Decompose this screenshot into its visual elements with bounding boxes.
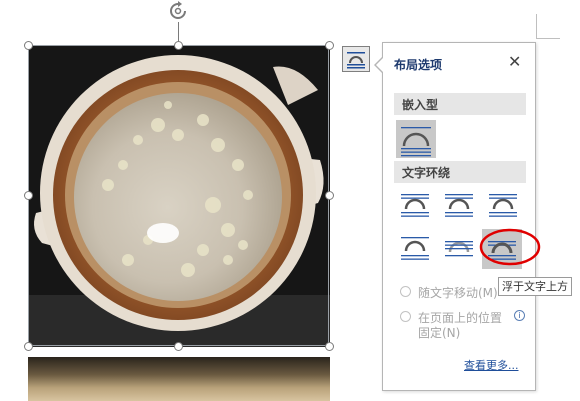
close-icon[interactable]: ✕ (508, 52, 521, 71)
radio-move-with-text[interactable] (400, 286, 411, 297)
tooltip: 浮于文字上方 (498, 277, 572, 296)
option-tight[interactable] (442, 190, 476, 222)
layout-options-icon (347, 52, 365, 69)
resize-handle-right[interactable] (325, 191, 334, 200)
radio-move-with-text-label: 随文字移动(M) (418, 286, 498, 300)
resize-handle-bottom[interactable] (174, 342, 183, 351)
page-margin-mark (536, 38, 560, 39)
panel-pointer (376, 58, 383, 72)
highlight-circle (479, 228, 541, 266)
panel-title: 布局选项 (394, 58, 443, 72)
resize-handle-top-left[interactable] (24, 41, 33, 50)
resize-handle-top[interactable] (174, 41, 183, 50)
rotate-icon[interactable] (167, 0, 189, 22)
option-square[interactable] (398, 190, 432, 222)
info-icon[interactable]: i (514, 310, 525, 321)
section-label-wrap: 文字环绕 (402, 166, 451, 180)
see-more-link[interactable]: 查看更多... (464, 357, 519, 373)
section-label-inline: 嵌入型 (402, 98, 439, 112)
image-below (28, 357, 330, 401)
resize-handle-top-right[interactable] (325, 41, 334, 50)
option-top-and-bottom[interactable] (398, 233, 432, 265)
option-behind-text[interactable] (442, 233, 476, 265)
page-margin-mark (536, 14, 537, 38)
rotate-connector (178, 22, 179, 42)
layout-options-button[interactable] (342, 46, 370, 72)
resize-handle-bottom-left[interactable] (24, 342, 33, 351)
radio-fix-position-label-2: 固定(N) (418, 326, 461, 340)
resize-handle-bottom-right[interactable] (325, 342, 334, 351)
radio-fix-position[interactable] (400, 311, 411, 322)
option-inline-with-text[interactable] (396, 120, 436, 158)
resize-handle-left[interactable] (24, 191, 33, 200)
selection-border (28, 45, 329, 346)
option-through[interactable] (486, 190, 520, 222)
